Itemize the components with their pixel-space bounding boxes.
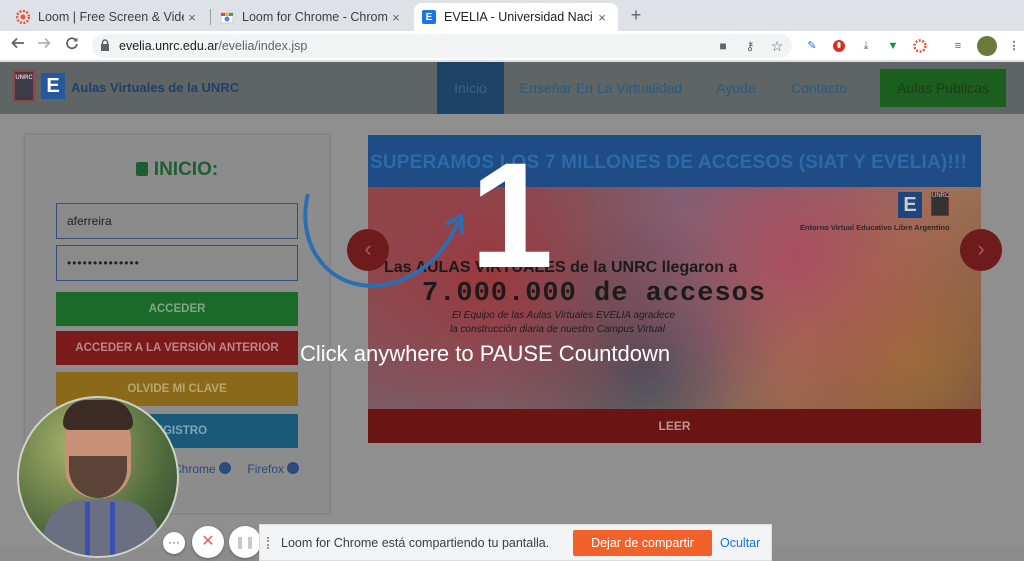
green-arrow-extension-icon[interactable]: ▼ [886, 39, 900, 53]
tab-evelia[interactable]: E EVELIA - Universidad Naci × [414, 3, 618, 31]
firefox-icon [287, 462, 300, 474]
carousel-line-3: El Equipo de las Aulas Virtuales EVELIA … [452, 310, 676, 321]
camera-hair [63, 400, 133, 430]
chrome-icon [218, 462, 231, 474]
media-control-icon[interactable]: ≡ [951, 39, 965, 53]
evelia-logo: E [898, 192, 922, 218]
unrc-logo: UNRC [13, 70, 35, 102]
new-tab-button[interactable]: + [626, 5, 646, 25]
nav-ensenar[interactable]: Enseñar En La Virtualidad [514, 62, 688, 114]
tab-strip: Loom | Free Screen & Vide × Loom for Chr… [0, 0, 1024, 31]
tab-title: Loom | Free Screen & Vide [38, 10, 184, 24]
aulas-publicas-button[interactable]: Aulas Publicas [880, 69, 1006, 107]
close-icon[interactable]: × [184, 10, 200, 25]
pen-extension-icon[interactable]: ✎ [805, 39, 819, 53]
username-field[interactable]: aferreira [56, 203, 298, 239]
camera-bubble[interactable] [17, 396, 179, 558]
tab-loom[interactable]: Loom | Free Screen & Vide × [8, 3, 208, 31]
star-icon[interactable]: ☆ [770, 39, 784, 53]
lock-icon [135, 162, 148, 176]
nav-inicio[interactable]: Inicio [437, 62, 504, 114]
reload-icon[interactable] [62, 36, 82, 56]
password-field[interactable]: •••••••••••••• [56, 245, 298, 281]
record-extension-icon[interactable] [832, 39, 846, 53]
camera-lanyard [85, 502, 115, 556]
swoosh-arrow-icon [303, 193, 464, 288]
url-text: evelia.unrc.edu.ar/evelia/index.jsp [119, 39, 308, 53]
chrome-link[interactable]: Chrome [173, 462, 216, 476]
evelia-logo: E [41, 73, 65, 99]
screen-sharing-bar: Loom for Chrome está compartiendo tu pan… [259, 524, 772, 561]
site-brand[interactable]: Aulas Virtuales de la UNRC [71, 80, 239, 95]
countdown-message[interactable]: Click anywhere to PAUSE Countdown [300, 341, 670, 367]
close-icon[interactable]: × [388, 10, 404, 25]
sharing-message: Loom for Chrome está compartiendo tu pan… [281, 536, 550, 550]
close-icon[interactable]: × [594, 10, 610, 25]
chrome-web-store-icon [220, 10, 234, 24]
loom-icon [16, 10, 30, 24]
loom-extension-icon[interactable] [913, 39, 927, 53]
site-header: UNRC E Aulas Virtuales de la UNRC Inicio… [0, 62, 1024, 114]
hide-button[interactable]: Ocultar [720, 536, 760, 550]
unrc-logo: UNRC [931, 192, 949, 216]
tab-loom-for-chrome[interactable]: Loom for Chrome - Chrom × [212, 3, 412, 31]
stop-sharing-button[interactable]: Dejar de compartir [573, 530, 712, 556]
cancel-recording-button[interactable]: ✕ [192, 526, 224, 558]
key-icon[interactable]: ⚷ [743, 39, 757, 53]
tab-title: Loom for Chrome - Chrom [242, 10, 388, 24]
back-icon[interactable] [8, 36, 28, 56]
browser-toolbar: evelia.unrc.edu.ar/evelia/index.jsp ■ ⚷ … [0, 31, 1024, 61]
avatar[interactable] [977, 36, 997, 56]
forward-icon[interactable] [34, 36, 54, 56]
firefox-link[interactable]: Firefox [247, 462, 284, 476]
login-title: INICIO: [25, 159, 329, 181]
countdown-number[interactable]: 1 [470, 140, 553, 290]
more-options-button[interactable]: ··· [163, 532, 185, 554]
nav-ayuda[interactable]: Ayuda [706, 62, 766, 114]
carousel-next-button[interactable]: › [960, 229, 1002, 271]
evelia-e-icon: E [422, 10, 436, 24]
address-bar[interactable]: evelia.unrc.edu.ar/evelia/index.jsp ■ ⚷ … [92, 34, 792, 58]
pause-recording-button[interactable]: ❚❚ [229, 526, 261, 558]
acceder-version-anterior-button[interactable]: ACCEDER A LA VERSIÓN ANTERIOR [56, 331, 298, 365]
acceder-button[interactable]: ACCEDER [56, 292, 298, 326]
leer-button[interactable]: LEER [368, 409, 981, 443]
browser-links: Chrome Firefox [173, 462, 300, 476]
tab-divider [210, 9, 211, 25]
carousel-sublabel: Entorno Virtual Educativo Libre Argentin… [800, 223, 950, 232]
tab-title: EVELIA - Universidad Naci [444, 10, 593, 24]
carousel-line-4: la construcción diaria de nuestro Campus… [450, 324, 665, 335]
drag-handle-icon[interactable] [267, 537, 272, 549]
menu-icon[interactable]: ⋮ [1007, 39, 1021, 53]
nav-contacto[interactable]: Contacto [782, 62, 856, 114]
download-icon[interactable]: ⤓ [859, 39, 873, 53]
lock-icon [101, 39, 109, 51]
carousel-headline: SUPERAMOS LOS 7 MILLONES DE ACCESOS (SIA… [370, 152, 968, 173]
camera-icon[interactable]: ■ [716, 39, 730, 53]
carousel-banner: SUPERAMOS LOS 7 MILLONES DE ACCESOS (SIA… [368, 135, 981, 187]
